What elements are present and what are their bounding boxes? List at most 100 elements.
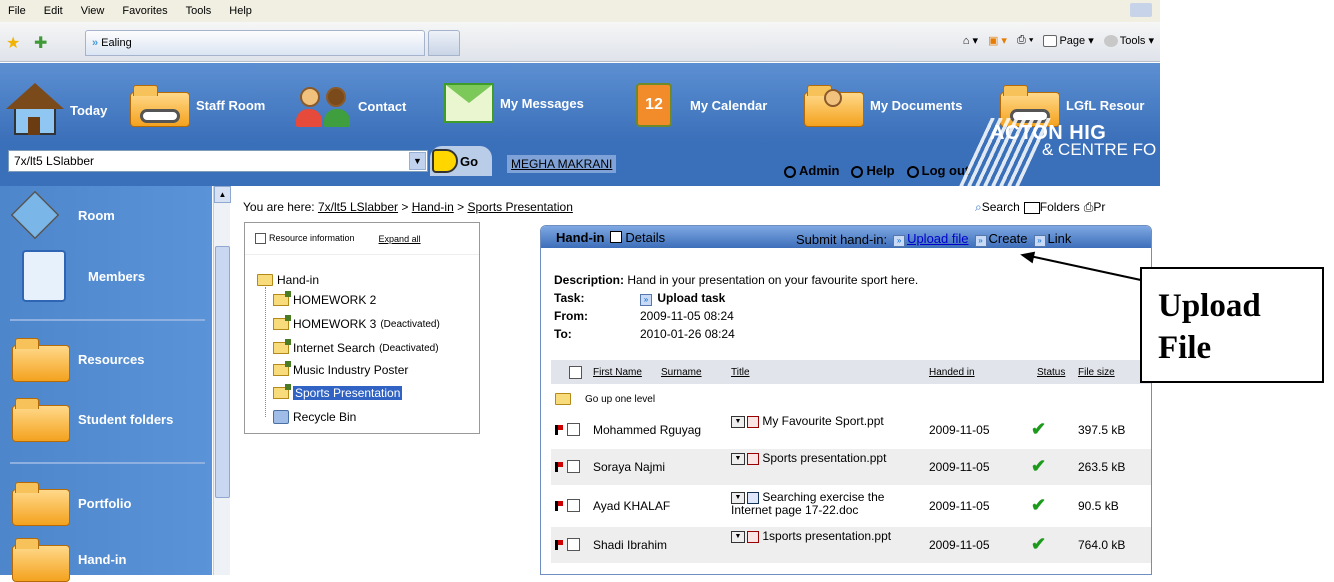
chevron-down-icon[interactable]: ▼: [409, 152, 426, 170]
tree-node-music-poster[interactable]: Music Industry Poster: [273, 361, 409, 377]
breadcrumb-sports-link[interactable]: Sports Presentation: [467, 200, 572, 214]
dropdown-icon[interactable]: ▼: [731, 415, 745, 428]
menu-tools[interactable]: Tools: [184, 5, 214, 17]
row-checkbox[interactable]: [567, 423, 580, 436]
feeds-icon[interactable]: ▣ ▾: [988, 34, 1007, 47]
flag-icon[interactable]: [555, 462, 563, 472]
table-row[interactable]: Shadi Ibrahim ▼ 1sports presentation.ppt…: [551, 527, 1151, 563]
new-tab-button[interactable]: [428, 30, 460, 56]
flag-icon[interactable]: [555, 425, 563, 435]
row-checkbox[interactable]: [567, 460, 580, 473]
nav-staff-room[interactable]: Staff Room: [130, 83, 265, 127]
link-action[interactable]: » Link: [1033, 231, 1071, 247]
folders-tool[interactable]: Folders: [1023, 200, 1080, 215]
tree-node-homework2[interactable]: HOMEWORK 2: [273, 291, 376, 307]
folder-tree: Resource information Expand all Hand-in …: [244, 222, 480, 434]
tools-menu[interactable]: Tools ▾: [1103, 34, 1154, 48]
select-all-checkbox[interactable]: [569, 365, 582, 379]
col-first-name[interactable]: First Name: [593, 367, 642, 378]
menu-file[interactable]: File: [6, 5, 28, 17]
dropdown-icon[interactable]: ▼: [731, 452, 745, 465]
submit-actions: Submit hand-in: » Upload file » Create » Li…: [796, 231, 1071, 247]
file-title-cell[interactable]: ▼ Sports presentation.ppt: [731, 452, 911, 465]
sidebar-item-room[interactable]: Room: [10, 190, 115, 240]
menu-help[interactable]: Help: [227, 5, 254, 17]
go-button[interactable]: Go: [430, 146, 492, 176]
scroll-thumb[interactable]: [215, 246, 230, 498]
portfolio-folder-icon: [12, 480, 70, 526]
breadcrumb-hand-in-link[interactable]: Hand-in: [412, 200, 454, 214]
user-name-link[interactable]: MEGHA MAKRANI: [507, 155, 617, 173]
details-checkbox[interactable]: [610, 231, 623, 243]
nav-my-documents[interactable]: My Documents: [804, 83, 962, 127]
add-favorites-icon[interactable]: ✚: [34, 33, 47, 53]
tree-node-recycle-bin[interactable]: Recycle Bin: [273, 410, 356, 424]
expand-all-link[interactable]: Expand all: [379, 234, 421, 244]
nav-my-messages[interactable]: My Messages: [444, 83, 584, 123]
upload-file-link[interactable]: Upload file: [907, 231, 968, 246]
col-surname[interactable]: Surname: [661, 367, 702, 378]
flag-icon[interactable]: [555, 540, 563, 550]
create-action[interactable]: » Create: [974, 231, 1028, 247]
menu-edit[interactable]: Edit: [42, 5, 65, 17]
go-up-row[interactable]: Go up one level: [551, 388, 1151, 410]
sidebar-item-student-folders[interactable]: Student folders: [12, 396, 173, 442]
sidebar-scrollbar[interactable]: ▲: [213, 186, 231, 575]
dropdown-icon[interactable]: ▼: [731, 530, 745, 543]
school-logo-line2: & CENTRE FO: [1042, 140, 1157, 159]
nav-contact[interactable]: Contact: [296, 83, 406, 129]
row-checkbox[interactable]: [567, 499, 580, 512]
task-value[interactable]: Upload task: [657, 291, 725, 305]
tree-node-homework3[interactable]: HOMEWORK 3 (Deactivated): [273, 315, 440, 331]
file-title-cell[interactable]: ▼ Searching exercise the Internet page 1…: [731, 491, 911, 517]
row-checkbox[interactable]: [567, 538, 580, 551]
table-row[interactable]: Soraya Najmi ▼ Sports presentation.ppt 2…: [551, 449, 1151, 485]
print-icon[interactable]: ⎙ ▾: [1017, 34, 1033, 47]
breadcrumb-room-link[interactable]: 7x/lt5 LSlabber: [318, 200, 398, 214]
col-status[interactable]: Status: [1037, 367, 1065, 378]
file-title-cell[interactable]: ▼ 1sports presentation.ppt: [731, 530, 911, 543]
tree-node-internet-search[interactable]: Internet Search (Deactivated): [273, 339, 439, 355]
sidebar-item-portfolio[interactable]: Portfolio: [12, 480, 131, 526]
menu-favorites[interactable]: Favorites: [120, 5, 169, 17]
nav-today[interactable]: Today: [6, 83, 107, 137]
table-row[interactable]: Ayad KHALAF ▼ Searching exercise the Int…: [551, 488, 1151, 524]
go-arrow-icon: [432, 149, 458, 173]
nav-my-calendar[interactable]: 12 My Calendar: [636, 83, 767, 127]
sidebar-item-hand-in[interactable]: Hand-in: [12, 536, 126, 582]
col-file-size[interactable]: File size: [1078, 367, 1115, 378]
logout-link[interactable]: Log out: [906, 163, 969, 178]
nav-staff-room-label: Staff Room: [196, 97, 266, 113]
file-title[interactable]: My Favourite Sport.ppt: [762, 414, 883, 428]
resource-info-toggle[interactable]: Resource information: [255, 233, 355, 245]
favorites-star-icon[interactable]: ★: [6, 33, 20, 53]
file-title[interactable]: Sports presentation.ppt: [762, 451, 886, 465]
search-icon: ⌕: [975, 200, 982, 214]
print-tool[interactable]: ⎙Pr: [1084, 200, 1106, 215]
menu-view[interactable]: View: [79, 5, 107, 17]
flag-icon[interactable]: [555, 501, 563, 511]
col-handed-in[interactable]: Handed in: [929, 367, 975, 378]
sidebar-item-resources[interactable]: Resources: [12, 336, 144, 382]
upload-icon: »: [893, 235, 906, 247]
help-link[interactable]: Help: [851, 163, 895, 178]
tree-node-sports-presentation[interactable]: Sports Presentation: [273, 384, 403, 400]
scroll-up-icon[interactable]: ▲: [214, 186, 231, 203]
search-tool[interactable]: ⌕Search: [975, 200, 1020, 215]
sidebar-item-members[interactable]: Members: [12, 250, 145, 302]
tree-node-label: Recycle Bin: [293, 410, 357, 424]
col-title[interactable]: Title: [731, 367, 750, 378]
page-menu[interactable]: Page ▾: [1043, 34, 1094, 48]
tree-node-root[interactable]: Hand-in: [257, 273, 319, 287]
room-select[interactable]: 7x/lt5 LSlabber ▼: [8, 150, 428, 172]
table-row[interactable]: Mohammed Rguyag ▼ My Favourite Sport.ppt…: [551, 412, 1151, 448]
upload-file-action[interactable]: » Upload file: [893, 231, 969, 247]
browser-tab-ealing[interactable]: » Ealing: [85, 30, 425, 56]
file-title-cell[interactable]: ▼ My Favourite Sport.ppt: [731, 415, 911, 428]
tree-node-label: Music Industry Poster: [293, 363, 409, 377]
home-icon[interactable]: ⌂ ▾: [963, 34, 978, 47]
from-label: From:: [554, 309, 588, 323]
admin-link[interactable]: Admin: [784, 163, 839, 178]
resource-info-checkbox[interactable]: [255, 233, 266, 245]
file-title[interactable]: 1sports presentation.ppt: [762, 529, 891, 543]
